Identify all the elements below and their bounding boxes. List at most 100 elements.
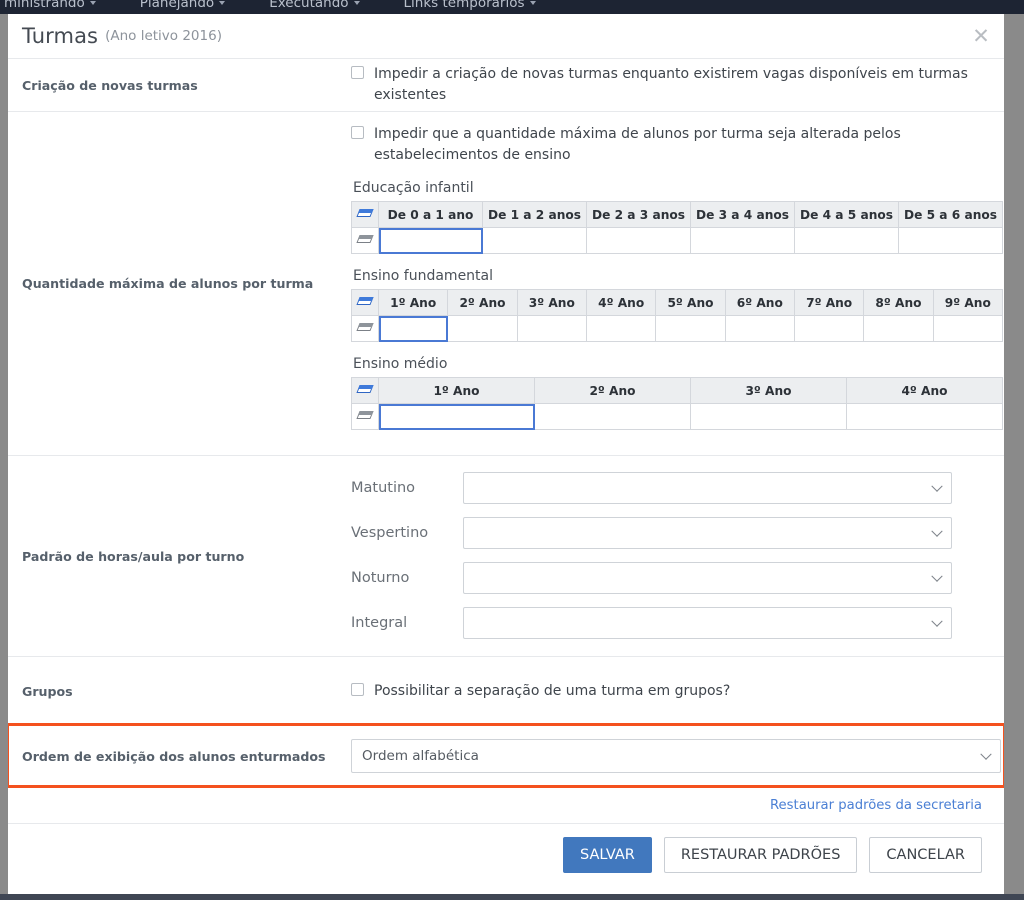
modal-footer: SALVAR RESTAURAR PADRÕES CANCELAR xyxy=(8,823,1004,887)
row-clear-button[interactable] xyxy=(351,315,379,342)
column-header[interactable]: 3º Ano xyxy=(690,377,847,404)
shift-label: Integral xyxy=(351,615,408,631)
chevron-down-icon xyxy=(931,615,943,627)
select-ordem-exibicao[interactable]: Ordem alfabética xyxy=(351,739,1001,773)
row-clear-button[interactable] xyxy=(351,227,379,254)
table-ensino-medio: 1º Ano 2º Ano 3º Ano 4º Ano xyxy=(351,377,1003,430)
input-cell[interactable] xyxy=(690,227,795,254)
checkbox-impedir-alteracao[interactable] xyxy=(351,126,364,139)
column-header[interactable]: De 2 a 3 anos xyxy=(586,201,691,228)
checkbox-impedir-criacao[interactable] xyxy=(351,66,364,79)
input-cell[interactable] xyxy=(447,315,518,342)
eraser-icon[interactable] xyxy=(355,322,374,333)
section-padrao-horas-aula: Padrão de horas/aula por turno Matutino … xyxy=(8,455,1004,656)
eraser-icon[interactable] xyxy=(355,208,374,219)
table-header-row: De 0 a 1 ano De 1 a 2 anos De 2 a 3 anos… xyxy=(351,201,1003,228)
column-header[interactable]: De 1 a 2 anos xyxy=(482,201,587,228)
input-cell-selected[interactable] xyxy=(377,315,449,342)
page-subtitle: (Ano letivo 2016) xyxy=(105,28,222,44)
chevron-down-icon xyxy=(219,1,226,5)
nav-item-ministrando[interactable]: ministrando xyxy=(4,0,96,11)
input-cell[interactable] xyxy=(932,315,1004,342)
restore-defaults-button[interactable]: RESTAURAR PADRÕES xyxy=(663,837,858,873)
eraser-icon[interactable] xyxy=(355,296,374,307)
chevron-down-icon xyxy=(931,525,943,537)
select-integral[interactable] xyxy=(463,607,952,639)
checkbox-impedir-alteracao-label: Impedir que a quantidade máxima de aluno… xyxy=(374,126,901,163)
column-header[interactable]: De 4 a 5 anos xyxy=(794,201,899,228)
checkbox-impedir-alteracao-row[interactable]: Impedir que a quantidade máxima de aluno… xyxy=(351,124,1004,166)
input-cell[interactable] xyxy=(516,315,587,342)
column-header[interactable]: De 3 a 4 anos xyxy=(690,201,795,228)
cancel-button[interactable]: CANCELAR xyxy=(869,837,982,873)
table-educacao-infantil: De 0 a 1 ano De 1 a 2 anos De 2 a 3 anos… xyxy=(351,201,1003,254)
shift-row-noturno: Noturno xyxy=(351,562,1004,594)
column-header[interactable]: 4º Ano xyxy=(585,289,657,316)
chevron-down-icon xyxy=(89,1,96,5)
close-icon[interactable]: ✕ xyxy=(968,23,994,49)
column-header[interactable]: De 5 a 6 anos xyxy=(898,201,1003,228)
table-clear-column-header[interactable] xyxy=(351,289,379,316)
shift-label: Noturno xyxy=(351,570,410,586)
eraser-icon[interactable] xyxy=(355,234,374,245)
column-header[interactable]: 6º Ano xyxy=(724,289,795,316)
row-clear-button[interactable] xyxy=(351,403,379,430)
table-header-row: 1º Ano 2º Ano 3º Ano 4º Ano 5º Ano 6º An… xyxy=(351,289,1004,316)
column-header[interactable]: 9º Ano xyxy=(932,289,1004,316)
nav-item-label: Executando xyxy=(269,0,349,11)
save-button[interactable]: SALVAR xyxy=(562,837,652,873)
column-header[interactable]: 3º Ano xyxy=(516,289,587,316)
checkbox-impedir-criacao-row[interactable]: Impedir a criação de novas turmas enquan… xyxy=(351,64,1004,106)
column-header[interactable]: 4º Ano xyxy=(846,377,1003,404)
select-vespertino[interactable] xyxy=(463,517,952,549)
input-cell[interactable] xyxy=(863,315,934,342)
input-cell[interactable] xyxy=(655,315,726,342)
input-cell[interactable] xyxy=(793,315,865,342)
select-noturno[interactable] xyxy=(463,562,952,594)
table-row xyxy=(351,403,1003,430)
chevron-down-icon xyxy=(353,1,360,5)
eraser-icon[interactable] xyxy=(355,384,374,395)
eraser-icon[interactable] xyxy=(355,410,374,421)
turmas-settings-modal: Turmas (Ano letivo 2016) ✕ Criação de no… xyxy=(8,14,1004,894)
table-block-ensino-medio: Ensino médio 1º Ano 2º Ano 3º Ano 4º Ano xyxy=(351,356,1004,430)
column-header[interactable]: 5º Ano xyxy=(655,289,726,316)
table-clear-column-header[interactable] xyxy=(351,201,379,228)
input-cell[interactable] xyxy=(534,403,691,430)
column-header[interactable]: 1º Ano xyxy=(378,377,535,404)
checkbox-separacao-grupos[interactable] xyxy=(351,682,364,696)
checkbox-separacao-grupos-row[interactable]: Possibilitar a separação de uma turma em… xyxy=(351,681,730,702)
input-cell[interactable] xyxy=(482,227,587,254)
input-cell[interactable] xyxy=(585,315,657,342)
section-quantidade-maxima: Quantidade máxima de alunos por turma Im… xyxy=(8,111,1004,455)
column-header[interactable]: 1º Ano xyxy=(377,289,449,316)
table-clear-column-header[interactable] xyxy=(351,377,379,404)
restaurar-padroes-secretaria-link[interactable]: Restaurar padrões da secretaria xyxy=(770,798,982,813)
column-header[interactable]: 2º Ano xyxy=(534,377,691,404)
input-cell[interactable] xyxy=(724,315,795,342)
input-cell[interactable] xyxy=(690,403,847,430)
table-row xyxy=(351,227,1003,254)
chevron-down-icon xyxy=(931,480,943,492)
input-cell[interactable] xyxy=(846,403,1003,430)
column-header[interactable]: 7º Ano xyxy=(793,289,865,316)
shift-label: Matutino xyxy=(351,480,416,496)
input-cell-selected[interactable] xyxy=(378,403,535,430)
input-cell-selected[interactable] xyxy=(378,227,483,254)
column-header[interactable]: 2º Ano xyxy=(447,289,518,316)
page-backdrop-left xyxy=(0,14,8,900)
nav-item-executando[interactable]: Executando xyxy=(269,0,360,11)
section-label-padrao-horas: Padrão de horas/aula por turno xyxy=(22,548,245,564)
select-value: Ordem alfabética xyxy=(362,748,479,764)
nav-item-label: ministrando xyxy=(4,0,85,11)
input-cell[interactable] xyxy=(794,227,899,254)
shift-row-integral: Integral xyxy=(351,607,1004,639)
nav-item-links-temporarios[interactable]: Links temporários xyxy=(404,0,536,11)
input-cell[interactable] xyxy=(898,227,1003,254)
section-label-ordem-exibicao: Ordem de exibição dos alunos enturmados xyxy=(22,748,326,764)
input-cell[interactable] xyxy=(586,227,691,254)
column-header[interactable]: De 0 a 1 ano xyxy=(378,201,483,228)
nav-item-planejando[interactable]: Planejando xyxy=(140,0,226,11)
column-header[interactable]: 8º Ano xyxy=(863,289,934,316)
select-matutino[interactable] xyxy=(463,472,952,504)
